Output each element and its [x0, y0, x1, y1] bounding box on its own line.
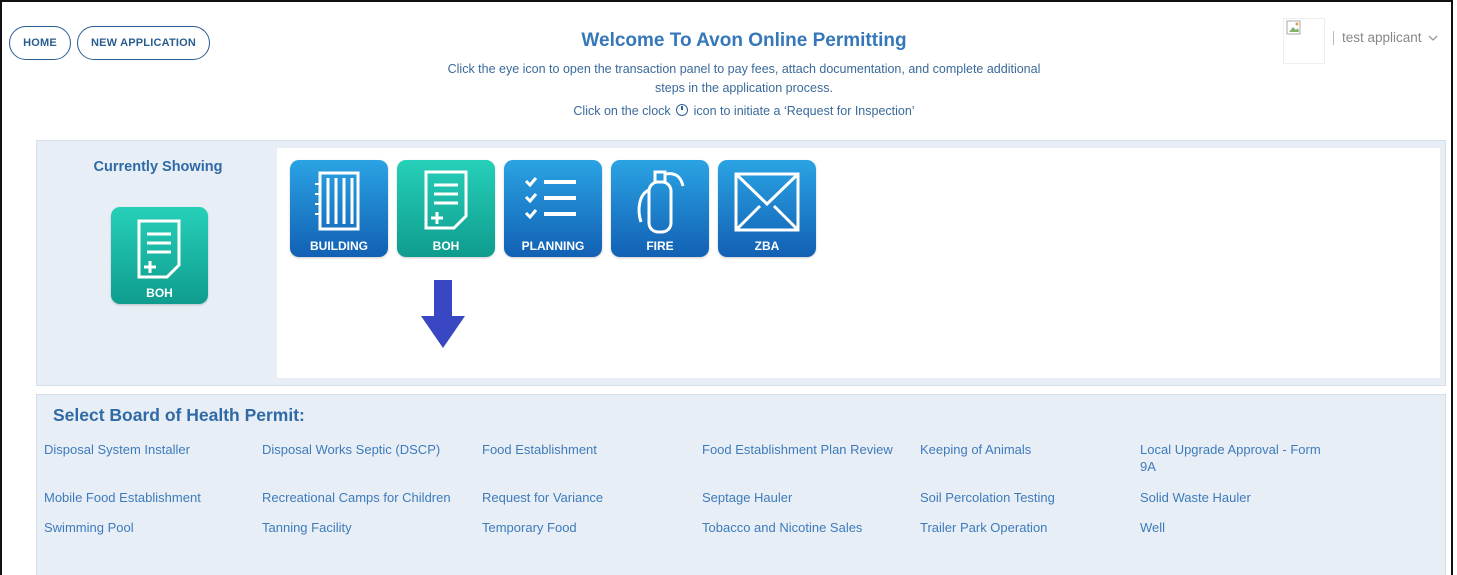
permit-link[interactable]: Request for Variance [482, 489, 694, 506]
permit-link[interactable]: Disposal System Installer [44, 441, 254, 458]
home-button[interactable]: HOME [9, 26, 71, 60]
permit-link[interactable]: Disposal Works Septic (DSCP) [262, 441, 474, 458]
tile-building-label: BUILDING [310, 239, 368, 253]
currently-showing-label: Currently Showing [93, 159, 223, 175]
permit-link[interactable]: Keeping of Animals [920, 441, 1132, 458]
tile-boh[interactable]: BOH [397, 160, 495, 257]
tile-building[interactable]: BUILDING [290, 160, 388, 257]
permit-link[interactable]: Soil Percolation Testing [920, 489, 1132, 506]
permit-link[interactable]: Septage Hauler [702, 489, 914, 506]
page-title: Welcome To Avon Online Permitting [581, 30, 907, 51]
permit-link[interactable]: Mobile Food Establishment [44, 489, 254, 506]
tile-fire-label: FIRE [646, 239, 674, 253]
select-permit-title: Select Board of Health Permit: [53, 405, 305, 425]
user-name: test applicant [1342, 30, 1422, 45]
current-department-tile: BOH [111, 207, 208, 304]
instructions-text: Click the eye icon to open the transacti… [390, 60, 1098, 98]
permit-link[interactable]: Tobacco and Nicotine Sales [702, 519, 914, 536]
tile-boh-label: BOH [432, 239, 460, 253]
permit-link[interactable]: Recreational Camps for Children [262, 489, 474, 506]
arrow-down-icon [421, 280, 465, 348]
broken-image-icon [1286, 20, 1301, 35]
tile-zba[interactable]: ZBA [718, 160, 816, 257]
tile-planning-label: PLANNING [521, 239, 585, 253]
permit-link[interactable]: Tanning Facility [262, 519, 474, 536]
chevron-down-icon [1428, 35, 1438, 41]
permit-link[interactable]: Temporary Food [482, 519, 694, 536]
new-application-button[interactable]: NEW APPLICATION [77, 26, 210, 60]
permit-link[interactable]: Solid Waste Hauler [1140, 489, 1352, 506]
tile-planning[interactable]: PLANNING [504, 160, 602, 257]
avatar[interactable] [1283, 18, 1325, 64]
instructions-line-1: Click the eye icon to open the transacti… [447, 62, 1041, 76]
tile-zba-label: ZBA [754, 239, 780, 253]
permit-link[interactable]: Well [1140, 519, 1352, 536]
instructions-line-2: steps in the application process. [655, 81, 833, 95]
permit-link[interactable]: Trailer Park Operation [920, 519, 1132, 536]
permit-link[interactable]: Food Establishment Plan Review [702, 441, 914, 458]
user-menu[interactable]: test applicant [1333, 30, 1438, 45]
clock-text-pre: Click on the clock [573, 104, 671, 118]
user-separator [1333, 30, 1334, 45]
permit-link[interactable]: Local Upgrade Approval - Form 9A [1140, 441, 1340, 475]
current-department-label: BOH [146, 286, 173, 300]
clock-icon [676, 104, 689, 116]
permit-link[interactable]: Swimming Pool [44, 519, 254, 536]
tile-fire[interactable]: FIRE [611, 160, 709, 257]
inspection-instructions: Click on the clock icon to initiate a ‘R… [400, 104, 1088, 118]
clock-text-post: icon to initiate a ‘Request for Inspecti… [693, 104, 915, 118]
permit-link[interactable]: Food Establishment [482, 441, 694, 458]
